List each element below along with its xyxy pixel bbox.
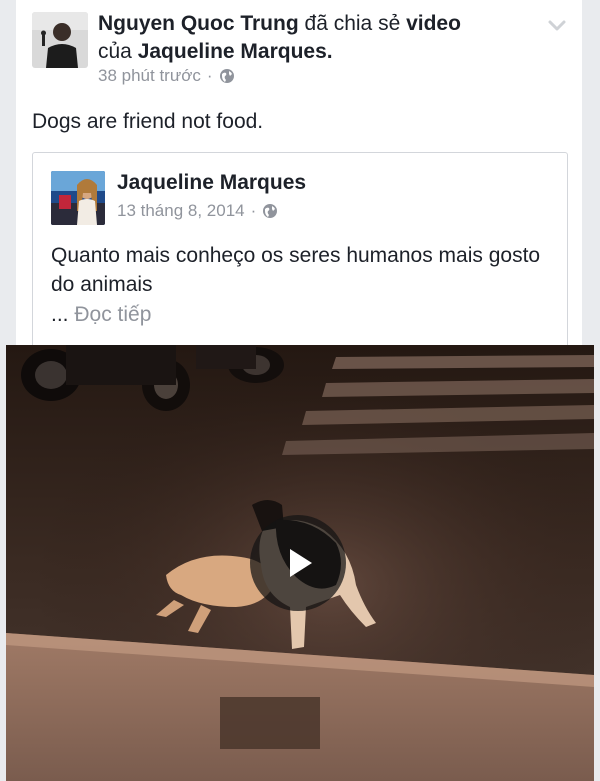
shared-author-name-link[interactable]: Jaqueline Marques <box>117 171 306 195</box>
read-more-link[interactable]: Đọc tiếp <box>74 303 151 326</box>
meta-separator: · <box>206 66 213 85</box>
chevron-down-icon[interactable] <box>546 14 568 36</box>
video-player[interactable] <box>6 345 594 781</box>
author-avatar[interactable] <box>32 12 88 68</box>
play-icon[interactable] <box>250 515 346 611</box>
share-action-text: đã chia sẻ <box>304 12 401 35</box>
shared-post-timestamp[interactable]: 13 tháng 8, 2014 <box>117 201 245 221</box>
post-meta: 38 phút trước · <box>98 66 235 86</box>
shared-object-link[interactable]: video <box>406 12 461 35</box>
post-header: Nguyen Quoc Trung đã chia sẻ video của J… <box>98 10 538 66</box>
shared-post-text: Quanto mais conheço os seres humanos mai… <box>51 244 541 296</box>
post-timestamp[interactable]: 38 phút trước <box>98 66 201 86</box>
globe-icon[interactable] <box>219 68 235 84</box>
ellipsis-text: ... <box>51 303 69 326</box>
shared-post-meta: 13 tháng 8, 2014 · <box>117 201 278 221</box>
page: Nguyen Quoc Trung đã chia sẻ video của J… <box>0 0 600 781</box>
shared-post-box[interactable]: Jaqueline Marques 13 tháng 8, 2014 · Qua… <box>32 152 568 374</box>
shared-meta-separator: · <box>250 201 257 220</box>
read-more-row: ... Đọc tiếp <box>51 303 151 327</box>
source-name-link[interactable]: Jaqueline Marques. <box>138 40 333 63</box>
author-name-link[interactable]: Nguyen Quoc Trung <box>98 12 299 35</box>
post-status-text: Dogs are friend not food. <box>32 110 264 133</box>
of-text: của <box>98 40 132 63</box>
globe-icon[interactable] <box>262 203 278 219</box>
shared-author-avatar[interactable] <box>51 171 105 225</box>
